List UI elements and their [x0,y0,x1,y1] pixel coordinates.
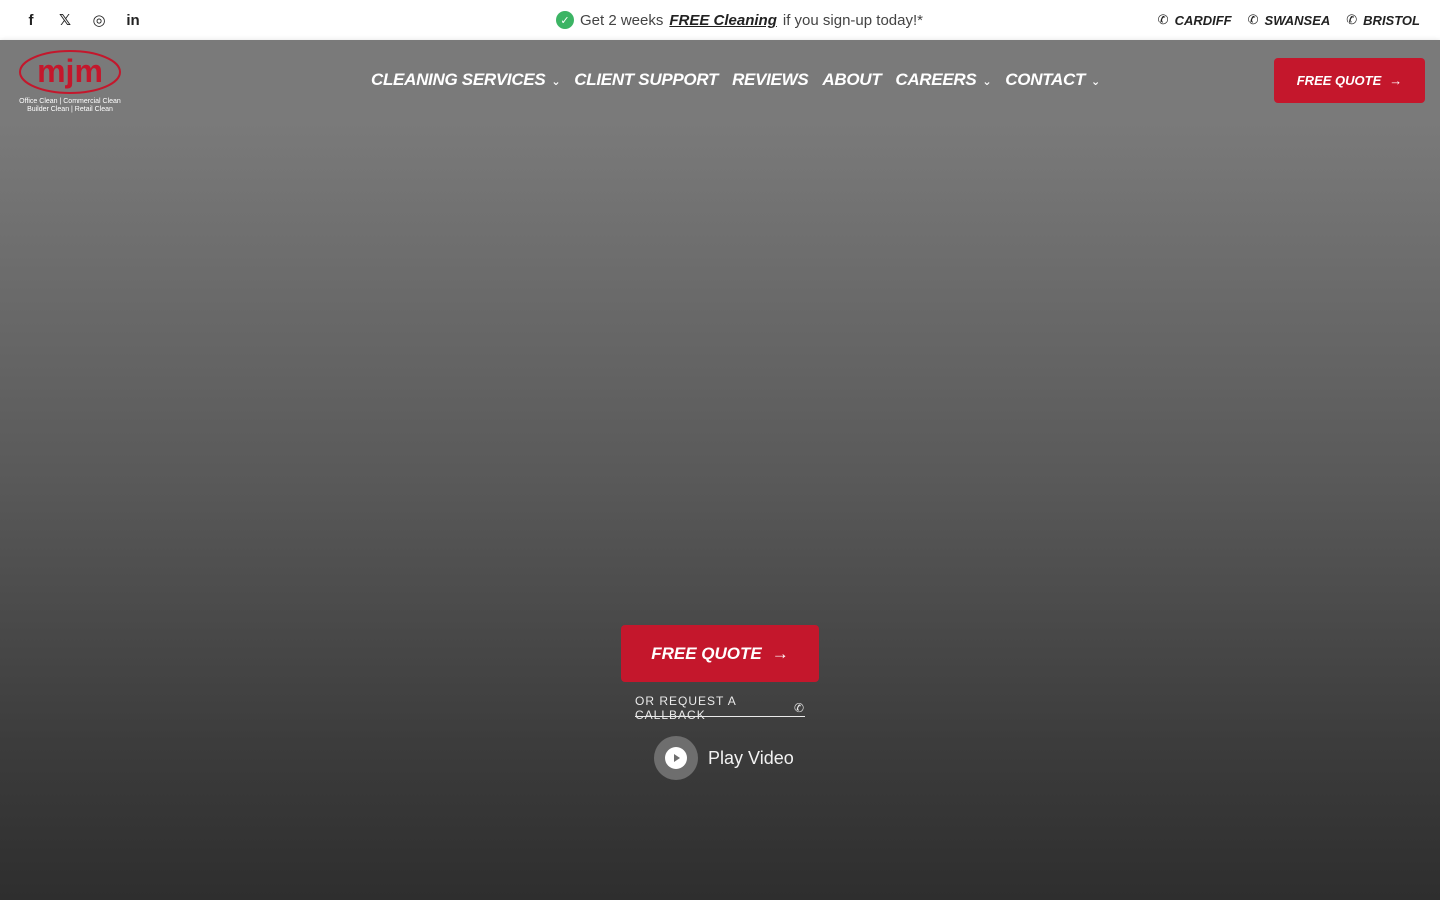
phone-label: CARDIFF [1174,12,1232,28]
promo-banner: ✓ Get 2 weeks FREE Cleaning if you sign-… [556,0,923,40]
site-header: mjm Office Clean | Commercial Clean Buil… [0,40,1440,120]
nav-about[interactable]: ABOUT [822,70,881,90]
phone-icon: ✆ [793,700,805,715]
promo-highlight[interactable]: FREE Cleaning [669,12,777,29]
nav-reviews[interactable]: REVIEWS [732,70,809,90]
logo-tagline-1: Office Clean | Commercial Clean [19,98,121,105]
phone-icon: ✆ [1346,12,1358,27]
top-bar: f 𝕏 ◎ in ✓ Get 2 weeks FREE Cleaning if … [0,0,1440,40]
promo-suffix: if you sign-up today!* [782,11,923,29]
nav-label: REVIEWS [732,70,809,89]
logo[interactable]: mjm Office Clean | Commercial Clean Buil… [14,48,126,114]
phone-label: SWANSEA [1264,12,1331,28]
header-free-quote-button[interactable]: FREE QUOTE → [1274,58,1425,103]
play-icon [665,747,687,769]
chevron-down-icon: ⌄ [551,75,561,88]
phone-link-swansea[interactable]: ✆ SWANSEA [1248,12,1331,28]
phone-link-cardiff[interactable]: ✆ CARDIFF [1158,12,1232,28]
nav-label: CLEANING SERVICES [371,70,546,89]
main-nav: CLEANING SERVICES ⌄ CLIENT SUPPORT REVIE… [371,40,1100,120]
promo-prefix: Get 2 weeks [580,11,664,29]
button-label: FREE QUOTE [1296,73,1382,88]
phone-label: BRISTOL [1363,12,1420,28]
play-video-button[interactable]: Play Video [654,736,794,780]
x-icon[interactable]: 𝕏 [48,0,82,40]
social-links: f 𝕏 ◎ in [14,0,150,40]
arrow-right-icon: → [771,643,789,663]
callback-label: OR REQUEST A CALLBACK [635,693,737,722]
hero-free-quote-button[interactable]: FREE QUOTE → [621,625,819,682]
phone-links: ✆ CARDIFF ✆ SWANSEA ✆ BRISTOL [1158,0,1420,40]
chevron-down-icon: ⌄ [982,75,992,88]
hero-section: FREE QUOTE → OR REQUEST A CALLBACK ✆ Pla… [0,120,1440,900]
play-video-label: Play Video [708,747,794,768]
instagram-icon[interactable]: ◎ [82,0,116,40]
arrow-right-icon: → [1389,73,1403,88]
facebook-icon[interactable]: f [14,0,48,40]
button-label: FREE QUOTE [651,643,762,663]
linkedin-icon[interactable]: in [116,0,150,40]
nav-careers[interactable]: CAREERS ⌄ [895,70,991,90]
phone-link-bristol[interactable]: ✆ BRISTOL [1346,12,1420,28]
request-callback-link[interactable]: OR REQUEST A CALLBACK ✆ [635,694,805,722]
phone-icon: ✆ [1157,12,1169,27]
nav-client-support[interactable]: CLIENT SUPPORT [574,70,718,90]
logo-tagline-2: Builder Clean | Retail Clean [27,106,113,113]
check-circle-icon: ✓ [556,11,574,29]
nav-label: CONTACT [1005,70,1086,89]
nav-contact[interactable]: CONTACT ⌄ [1005,70,1100,90]
nav-label: CLIENT SUPPORT [574,70,719,89]
nav-label: ABOUT [822,70,882,89]
logo-mark: mjm [37,53,103,89]
phone-icon: ✆ [1247,12,1259,27]
chevron-down-icon: ⌄ [1091,75,1100,88]
play-circle [654,736,698,780]
nav-label: CAREERS [895,70,977,89]
nav-cleaning-services[interactable]: CLEANING SERVICES ⌄ [371,70,561,90]
